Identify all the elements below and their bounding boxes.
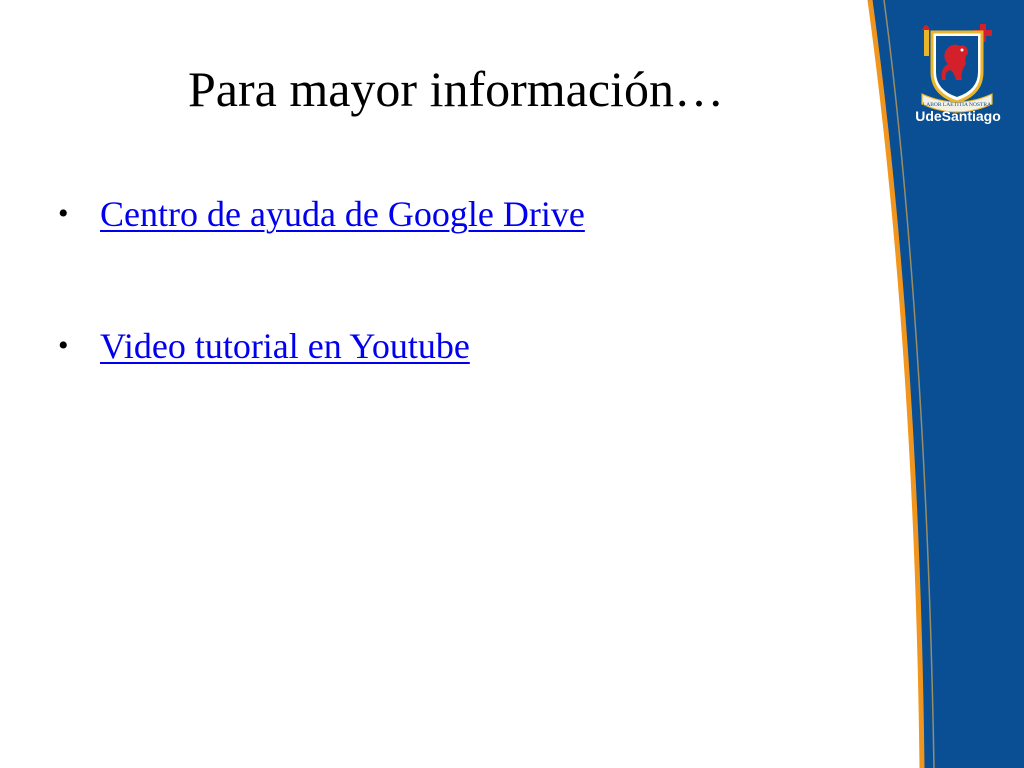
slide-title: Para mayor información… (188, 61, 724, 117)
youtube-tutorial-link[interactable]: Video tutorial en Youtube (100, 318, 470, 374)
brand-name: UdeSantiago (915, 108, 1001, 124)
bullet-icon: • (58, 329, 69, 362)
bullet-icon: • (58, 197, 69, 230)
google-drive-help-link[interactable]: Centro de ayuda de Google Drive (100, 186, 585, 242)
slide: Para mayor información… • Centro de ayud… (0, 0, 1024, 768)
